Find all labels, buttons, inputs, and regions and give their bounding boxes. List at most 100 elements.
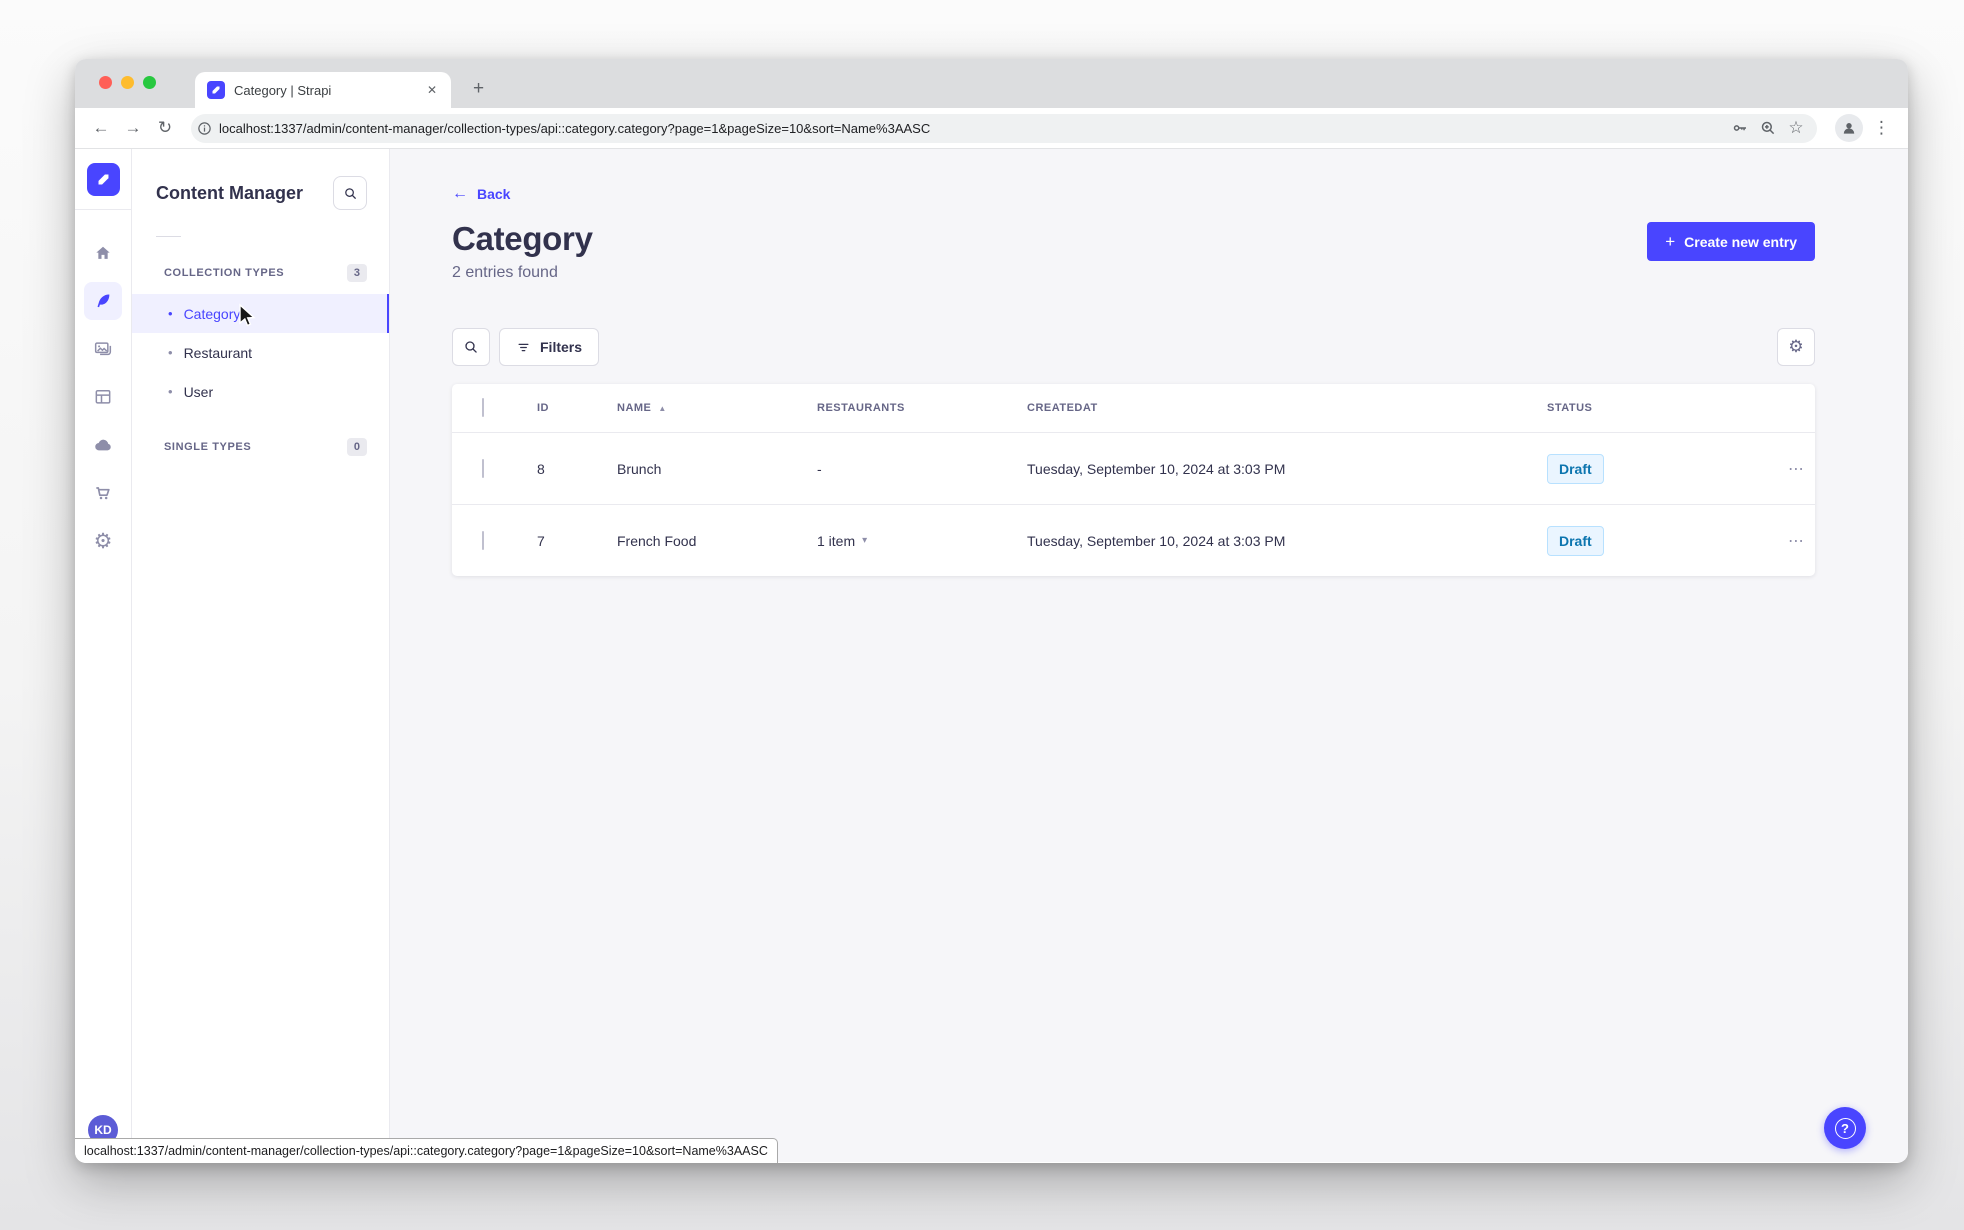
tab-title: Category | Strapi [234, 82, 332, 98]
nav-rail: ⚙ KD [75, 149, 132, 1162]
content-manager-icon[interactable] [84, 282, 122, 320]
single-types-section: SINGLE TYPES 0 [132, 438, 389, 456]
cell-id: 7 [537, 532, 545, 549]
create-button-label: Create new entry [1684, 233, 1797, 250]
entries-table: ID NAME ▲ RESTAURANTS CREATEDAT STATUS 8… [452, 384, 1815, 576]
panel-title: Content Manager [156, 182, 304, 203]
panel-search-button[interactable] [333, 176, 367, 210]
collection-types-count-badge: 3 [346, 264, 367, 282]
address-bar[interactable]: localhost:1337/admin/content-manager/col… [191, 113, 1817, 143]
reload-icon[interactable]: ↻ [151, 114, 179, 142]
status-badge: Draft [1547, 525, 1604, 556]
content-type-builder-icon[interactable] [84, 378, 122, 416]
create-new-entry-button[interactable]: + Create new entry [1647, 222, 1815, 261]
cell-restaurants[interactable]: 1 item ▾ [817, 533, 1027, 549]
sidebar-item-label: Category [183, 305, 241, 322]
table-row[interactable]: 7 French Food 1 item ▾ Tuesday, Septembe… [452, 504, 1815, 576]
column-header-restaurants: RESTAURANTS [817, 402, 905, 414]
fullscreen-window-button[interactable] [143, 76, 156, 89]
cloud-icon[interactable] [84, 426, 122, 464]
browser-profile-avatar[interactable] [1835, 114, 1863, 142]
sidebar-item-label: Restaurant [183, 344, 253, 361]
filter-icon [518, 343, 529, 351]
tab-close-icon[interactable]: ✕ [423, 81, 441, 99]
gear-glyph: ⚙ [93, 528, 113, 553]
sidebar-item-label: User [183, 383, 214, 400]
strapi-logo-icon[interactable] [86, 163, 120, 196]
collection-types-list: • Category • Restaurant • User [132, 294, 389, 411]
sidebar-item-user[interactable]: • User [132, 372, 389, 411]
sidebar-item-category[interactable]: • Category [132, 294, 389, 333]
row-menu-icon[interactable]: ⋯ [1745, 531, 1805, 551]
cell-id: 8 [537, 460, 545, 477]
back-nav-icon[interactable]: ← [87, 114, 115, 142]
view-settings-button[interactable]: ⚙ [1777, 328, 1815, 366]
table-header-row: ID NAME ▲ RESTAURANTS CREATEDAT STATUS [452, 384, 1815, 432]
status-badge: Draft [1547, 453, 1604, 484]
tab-strip: Category | Strapi ✕ + [75, 59, 1908, 108]
minimize-window-button[interactable] [121, 76, 134, 89]
window-controls [99, 76, 156, 89]
strapi-admin: ⚙ KD Content Manager COLLECTION TYPES 3 [75, 149, 1908, 1162]
settings-gear-icon[interactable]: ⚙ [84, 522, 122, 560]
rail-nav-items: ⚙ [84, 234, 122, 560]
bullet-icon: • [168, 384, 173, 399]
row-checkbox[interactable] [482, 458, 484, 478]
cell-status: Draft [1547, 453, 1745, 484]
cell-name: French Food [617, 532, 697, 549]
url-text: localhost:1337/admin/content-manager/col… [219, 120, 931, 136]
bullet-icon: • [168, 306, 173, 321]
table-search-button[interactable] [452, 328, 490, 366]
logo-section [75, 149, 131, 210]
forward-nav-icon[interactable]: → [119, 114, 147, 142]
filters-label: Filters [540, 339, 583, 355]
bookmark-star-icon[interactable]: ☆ [1785, 117, 1807, 139]
main-content: ← Back Category 2 entries found + Create… [390, 149, 1908, 1162]
row-checkbox[interactable] [482, 530, 484, 550]
title-block: Category 2 entries found [452, 220, 593, 282]
password-key-icon[interactable] [1729, 117, 1751, 139]
new-tab-button[interactable]: + [465, 75, 492, 102]
filters-button[interactable]: Filters [499, 328, 600, 366]
marketplace-cart-icon[interactable] [84, 474, 122, 512]
close-window-button[interactable] [99, 76, 112, 89]
home-icon[interactable] [84, 234, 122, 272]
zoom-icon[interactable] [1757, 117, 1779, 139]
sidebar-item-restaurant[interactable]: • Restaurant [132, 333, 389, 372]
browser-toolbar: ← → ↻ localhost:1337/admin/content-manag… [75, 108, 1908, 149]
sort-asc-icon: ▲ [658, 403, 667, 413]
bullet-icon: • [168, 345, 173, 360]
strapi-favicon-icon [207, 81, 225, 99]
browser-window: Category | Strapi ✕ + ← → ↻ localhost:13… [75, 59, 1908, 1163]
collection-types-label: COLLECTION TYPES [164, 267, 285, 279]
content-manager-panel: Content Manager COLLECTION TYPES 3 • Cat… [132, 149, 390, 1162]
browser-tab[interactable]: Category | Strapi ✕ [195, 72, 451, 108]
site-info-icon[interactable] [195, 119, 213, 137]
panel-divider [156, 236, 181, 237]
cell-restaurants: - [817, 460, 822, 477]
table-row[interactable]: 8 Brunch - Tuesday, September 10, 2024 a… [452, 432, 1815, 504]
single-types-count-badge: 0 [346, 438, 367, 456]
column-header-name[interactable]: NAME ▲ [617, 402, 817, 414]
help-button[interactable]: ? [1824, 1107, 1866, 1149]
browser-menu-icon[interactable]: ⋮ [1867, 118, 1896, 138]
chevron-down-icon: ▾ [862, 535, 868, 546]
cell-createdat: Tuesday, September 10, 2024 at 3:03 PM [1027, 532, 1286, 549]
collection-types-section: COLLECTION TYPES 3 [132, 264, 389, 282]
cell-createdat: Tuesday, September 10, 2024 at 3:03 PM [1027, 460, 1286, 477]
row-menu-icon[interactable]: ⋯ [1745, 459, 1805, 479]
back-link[interactable]: ← Back [452, 185, 510, 203]
plus-icon: + [1665, 231, 1676, 251]
media-library-icon[interactable] [84, 330, 122, 368]
column-header-id[interactable]: ID [537, 402, 617, 414]
back-label: Back [477, 186, 511, 202]
column-header-status: STATUS [1547, 402, 1593, 414]
single-types-label: SINGLE TYPES [164, 441, 252, 453]
gear-icon: ⚙ [1788, 337, 1804, 357]
restaurants-count: 1 item [817, 532, 856, 549]
cell-status: Draft [1547, 525, 1745, 556]
status-bar: localhost:1337/admin/content-manager/col… [75, 1138, 778, 1163]
entries-count: 2 entries found [452, 264, 558, 281]
select-all-checkbox[interactable] [482, 398, 484, 417]
help-icon: ? [1834, 1117, 1856, 1139]
